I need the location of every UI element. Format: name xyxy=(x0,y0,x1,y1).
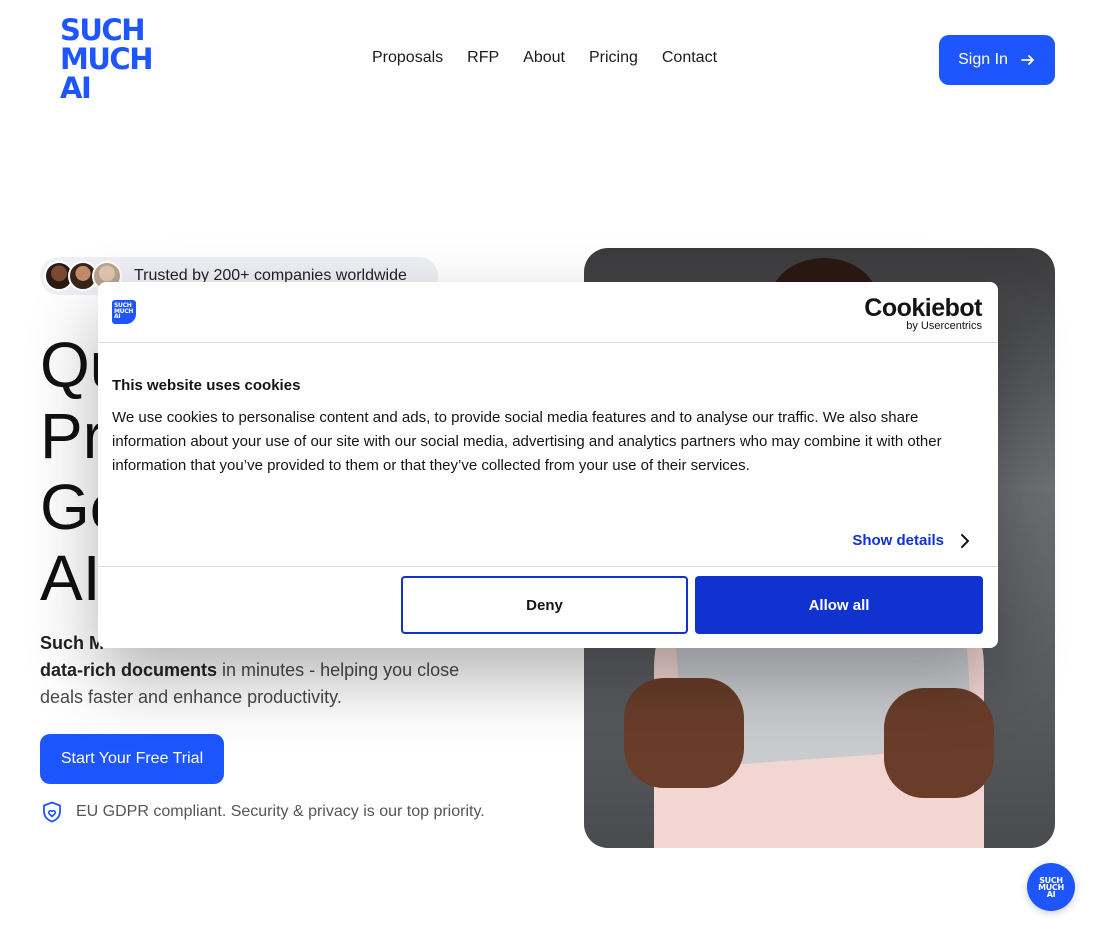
gdpr-text: EU GDPR compliant. Security & privacy is… xyxy=(76,803,485,820)
shield-heart-icon xyxy=(43,801,61,823)
cookie-description: We use cookies to personalise content an… xyxy=(112,409,942,474)
logo-line: SUCH xyxy=(60,13,146,47)
sub-bold-1: Such M xyxy=(40,633,105,653)
show-details-label: Show details xyxy=(852,532,944,549)
cookiebot-name: Cookiebot xyxy=(864,294,982,322)
gdpr-note: EU GDPR compliant. Security & privacy is… xyxy=(40,800,485,824)
sign-in-button[interactable]: Sign In xyxy=(939,35,1055,85)
show-details-link[interactable]: Show details xyxy=(852,532,970,549)
nav-pricing[interactable]: Pricing xyxy=(589,49,638,67)
allow-all-button[interactable]: Allow all xyxy=(695,576,983,634)
deny-button[interactable]: Deny xyxy=(401,576,688,634)
cookie-dialog-header: SUCH MUCH AI Cookiebot by Usercentrics xyxy=(98,282,998,343)
nav-rfp[interactable]: RFP xyxy=(467,49,499,67)
hero-image-figure xyxy=(884,688,994,798)
nav-about[interactable]: About xyxy=(523,49,565,67)
chat-widget-button[interactable]: SUCH MUCH AI xyxy=(1027,863,1075,911)
hero-image-figure xyxy=(624,678,744,788)
cookie-title: This website uses cookies xyxy=(112,377,301,394)
logo-line: MUCH xyxy=(60,42,153,76)
logo[interactable]: SUCH MUCH AI xyxy=(60,16,170,103)
chevron-right-icon xyxy=(961,533,969,548)
arrow-right-icon xyxy=(1021,55,1034,65)
site-logo-small: SUCH MUCH AI xyxy=(112,300,136,324)
cookiebot-logo[interactable]: Cookiebot by Usercentrics xyxy=(864,294,982,333)
main-nav: Proposals RFP About Pricing Contact xyxy=(372,49,717,67)
logo-line: AI xyxy=(60,71,92,105)
sub-text-2: deals faster and enhance productivity. xyxy=(40,687,342,707)
nav-proposals[interactable]: Proposals xyxy=(372,49,443,67)
start-free-trial-button[interactable]: Start Your Free Trial xyxy=(40,734,224,784)
sign-in-label: Sign In xyxy=(958,51,1008,68)
sub-text-1: in minutes - helping you close xyxy=(222,660,460,680)
sub-bold-2: data-rich documents xyxy=(40,660,218,680)
cookie-consent-dialog: SUCH MUCH AI Cookiebot by Usercentrics Thi… xyxy=(98,282,998,648)
chat-logo-line: AI xyxy=(1046,889,1056,899)
nav-contact[interactable]: Contact xyxy=(662,49,717,67)
